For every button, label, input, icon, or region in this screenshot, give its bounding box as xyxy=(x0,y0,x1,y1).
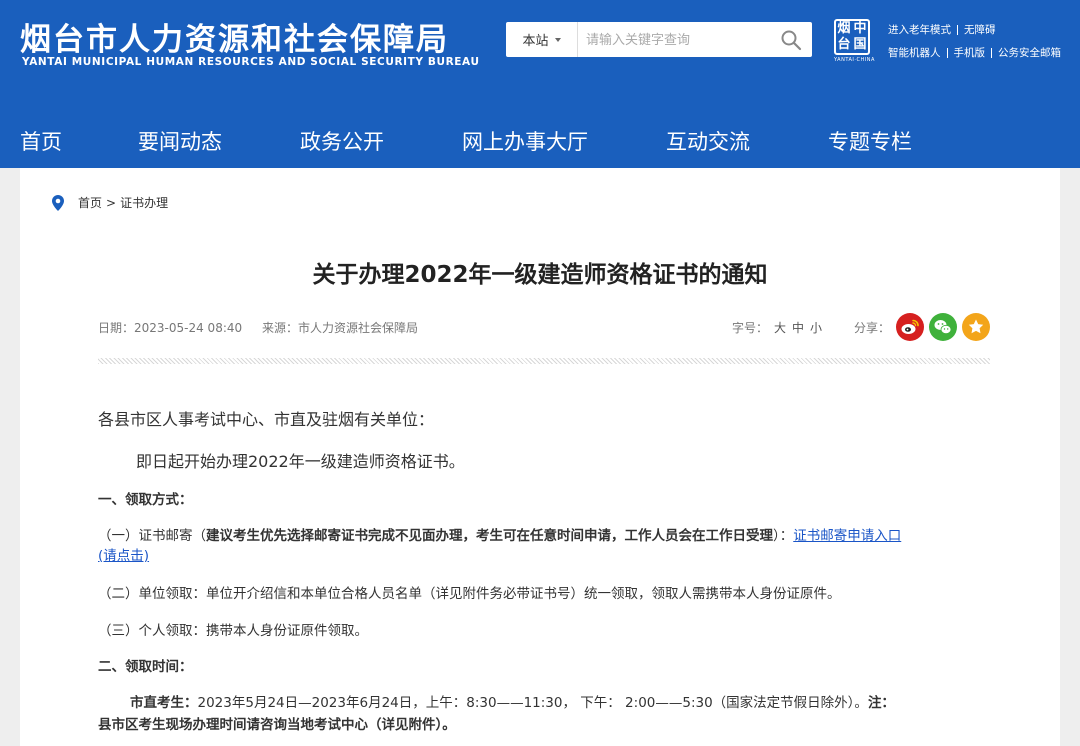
emblem-char: 烟 xyxy=(837,21,851,36)
mail-application-link-cont[interactable]: (请点击) xyxy=(98,548,149,564)
link-separator xyxy=(946,48,948,58)
pickup-item-personal: （三）个人领取：携带本人身份证原件领取。 xyxy=(98,623,368,639)
item-text: ）： xyxy=(773,528,794,544)
breadcrumb-separator: > xyxy=(106,195,117,210)
search-scope-select[interactable]: 本站 xyxy=(506,22,578,57)
link-separator xyxy=(991,48,992,58)
pickup-item-mail-cont: (请点击) xyxy=(98,544,149,564)
star-icon[interactable] xyxy=(962,313,990,341)
nav-item-interaction[interactable]: 互动交流 xyxy=(666,116,750,168)
search-icon[interactable] xyxy=(780,29,802,51)
pickup-item-unit: （二）单位领取：单位开介绍信和本单位合格人员名单（详见附件务必带证书号）统一领取… xyxy=(98,586,841,602)
emblem-char: 国 xyxy=(853,37,867,52)
pickup-time-note: 县市区考生现场办理时间请咨询当地考试中心（详见附件）。 xyxy=(98,717,456,733)
nav-item-news[interactable]: 要闻动态 xyxy=(138,116,222,168)
font-size-medium[interactable]: 中 xyxy=(792,321,804,335)
accessibility-link[interactable]: 无障碍 xyxy=(964,24,996,36)
nav-item-gov-affairs[interactable]: 政务公开 xyxy=(300,116,384,168)
emblem-seal: 烟 中 台 国 xyxy=(834,19,870,55)
breadcrumb-current-link[interactable]: 证书办理 xyxy=(120,194,168,211)
nav-item-home[interactable]: 首页 xyxy=(20,116,62,168)
caret-down-icon xyxy=(554,37,561,42)
article-intro: 即日起开始办理2022年一级建造师资格证书。 xyxy=(136,452,465,471)
article-title: 关于办理2022年一级建造师资格证书的通知 xyxy=(312,262,768,288)
emblem-caption: YANTAI·CHINA xyxy=(834,57,875,63)
time-label: 市直考生： xyxy=(130,695,198,711)
article-source: 来源：市人力资源社会保障局 xyxy=(261,321,418,335)
site-logo-title[interactable]: 烟台市人力资源和社会保障局 xyxy=(20,14,449,59)
section-heading: 二、领取时间： xyxy=(98,659,193,675)
search-bar: 本站 xyxy=(506,22,812,57)
wechat-icon[interactable] xyxy=(929,313,957,341)
main-nav: 首页 要闻动态 政务公开 网上办事大厅 互动交流 专题专栏 xyxy=(0,116,1080,168)
font-size-small[interactable]: 小 xyxy=(810,321,822,335)
font-size-large[interactable]: 大 xyxy=(774,321,786,335)
location-pin-icon xyxy=(52,194,64,211)
emblem-char: 中 xyxy=(853,21,867,36)
chatbot-link[interactable]: 智能机器人 xyxy=(888,47,941,59)
meta-divider xyxy=(98,358,990,364)
search-scope-label: 本站 xyxy=(522,34,549,49)
item-text-bold: 建议考生优先选择邮寄证书完成不见面办理，考生可在任意时间申请，工作人员会在工作日… xyxy=(206,528,773,544)
item-text: （一）证书邮寄（ xyxy=(98,528,206,544)
search-input[interactable] xyxy=(586,29,766,51)
time-text: 2023年5月24日—2023年6月24日，上午：8:30——11:30， 下午… xyxy=(197,695,868,711)
pickup-time-line: 市直考生：2023年5月24日—2023年6月24日，上午：8:30——11:3… xyxy=(130,691,895,711)
breadcrumb-home-link[interactable]: 首页 xyxy=(78,194,102,211)
mobile-version-link[interactable]: 手机版 xyxy=(954,47,986,59)
emblem-char: 台 xyxy=(837,37,851,52)
article-container: 首页 > 证书办理 关于办理2022年一级建造师资格证书的通知 日期：2023-… xyxy=(20,168,1060,746)
time-note-label: 注： xyxy=(867,695,895,711)
mail-application-link[interactable]: 证书邮寄申请入口 xyxy=(793,528,901,544)
article-meta: 日期：2023-05-24 08:40 来源：市人力资源社会保障局 xyxy=(98,319,418,336)
breadcrumb: 首页 > 证书办理 xyxy=(52,194,168,211)
link-separator xyxy=(957,25,958,35)
article-salutation: 各县市区人事考试中心、市直及驻烟有关单位： xyxy=(98,410,435,429)
share-label: 分享： xyxy=(854,321,891,335)
nav-item-online-services[interactable]: 网上办事大厅 xyxy=(462,116,588,168)
pickup-item-mail: （一）证书邮寄（建议考生优先选择邮寄证书完成不见面办理，考生可在任意时间申请，工… xyxy=(98,524,901,544)
font-size-control: 字号： 大中小 xyxy=(732,319,822,336)
site-header: 烟台市人力资源和社会保障局 YANTAI MUNICIPAL HUMAN RES… xyxy=(0,0,1080,116)
elderly-mode-link[interactable]: 进入老年模式 xyxy=(888,24,951,36)
section-heading: 一、领取方式： xyxy=(98,492,193,508)
china-yantai-emblem: 烟 中 台 国 YANTAI·CHINA xyxy=(834,19,874,65)
top-links: 进入老年模式 无障碍 智能机器人 手机版 公务安全邮箱 xyxy=(888,23,1061,60)
font-size-label: 字号： xyxy=(732,321,769,335)
site-logo-subtitle: YANTAI MUNICIPAL HUMAN RESOURCES AND SOC… xyxy=(22,56,480,68)
article-date: 日期：2023-05-24 08:40 xyxy=(98,321,243,335)
weibo-icon[interactable] xyxy=(896,313,924,341)
nav-item-special-topics[interactable]: 专题专栏 xyxy=(828,116,912,168)
official-mailbox-link[interactable]: 公务安全邮箱 xyxy=(998,47,1061,59)
